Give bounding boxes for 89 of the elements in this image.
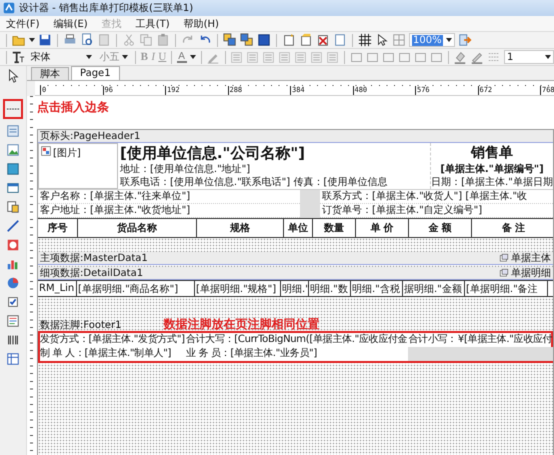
picture-icon[interactable] (6, 143, 20, 157)
picture-object[interactable]: [图片] (38, 143, 118, 189)
menu-item[interactable]: 编辑(E) (54, 16, 88, 30)
sub-report-icon[interactable] (6, 200, 20, 214)
border-icon[interactable] (414, 50, 427, 64)
zoom-dropdown[interactable]: 100% (409, 33, 455, 47)
footer-field[interactable]: 合计大写：[CurrToBigNum([单据主体."应收应付金 (186, 333, 408, 347)
detail-field[interactable]: [单据明细."规格"] (195, 281, 281, 296)
column-header: 货品名称 (78, 219, 197, 237)
phone-fax-field[interactable]: 联系电话：[使用单位信息."联系电话"] 传真：[使用单位信息 (120, 176, 430, 189)
caret-icon[interactable] (190, 55, 196, 59)
customer-field[interactable]: 客户名称：[单据主体."往来单位"] (38, 190, 300, 204)
blank-page-icon[interactable] (333, 33, 347, 47)
image-frame-icon[interactable] (6, 162, 20, 176)
column-header: 备 注 (472, 219, 554, 237)
shape-icon[interactable] (6, 238, 20, 252)
band-label: 主项数据:MasterData1 (40, 252, 148, 265)
data-source-label: 单据明细 (511, 266, 551, 280)
order-field[interactable]: 联系方式：[单据主体."收货人"] [单据主体."收 (320, 190, 553, 204)
memo-icon[interactable] (6, 124, 20, 138)
font-icon[interactable] (11, 50, 26, 64)
picture-placeholder-text: [图片] (53, 146, 81, 160)
rich-text-icon[interactable] (6, 314, 20, 328)
save-icon[interactable] (38, 33, 52, 47)
detail-field[interactable]: [单据明细."备注 (465, 281, 548, 296)
line-color-icon[interactable] (470, 50, 484, 64)
app-logo-icon (3, 2, 15, 14)
detail-field[interactable]: 明细."含税 (351, 281, 403, 296)
menu-item[interactable]: 文件(F) (6, 16, 40, 30)
band-label: 页标头:PageHeader1 (40, 130, 140, 143)
pie-icon[interactable] (6, 276, 20, 290)
tab[interactable]: 脚本 (31, 67, 69, 80)
company-name-field[interactable]: [使用单位信息."公司名称"] (120, 143, 430, 163)
footer-field[interactable]: 制 单 人：[单据主体."制单人"] (40, 347, 186, 361)
grid-icon[interactable] (358, 33, 372, 47)
font-dropdown[interactable]: 宋体 (28, 51, 94, 63)
column-header: 规格 (197, 219, 284, 237)
address-field[interactable]: 地址：[使用单位信息."地址"] (120, 163, 430, 176)
annotation-text: 点击插入边条 (37, 99, 110, 115)
exit-icon[interactable] (458, 33, 472, 47)
footer-field[interactable]: 合计小写： (408, 333, 458, 347)
document-date-field[interactable]: 日期：[单据主体."单据日期 (431, 176, 553, 189)
empty-cell-block (300, 190, 320, 218)
pointer-icon[interactable] (6, 69, 20, 83)
column-header: 数量 (313, 219, 356, 237)
tab[interactable]: Page1 (71, 66, 120, 80)
print-preview-icon[interactable] (80, 33, 94, 47)
detail-field[interactable]: 据明细."金额 (403, 281, 465, 296)
detail-field[interactable]: 明细."数 (309, 281, 351, 296)
font-color-button[interactable]: A (176, 52, 187, 62)
caret-icon[interactable] (544, 55, 551, 59)
barcode-icon[interactable] (6, 333, 20, 347)
caret-icon[interactable] (29, 38, 35, 42)
paste-icon[interactable] (156, 33, 170, 47)
caret-icon[interactable] (86, 55, 92, 59)
column-header: 序号 (38, 219, 78, 237)
cross-tab-icon[interactable] (6, 352, 20, 366)
footer-field[interactable]: 业 务 员：[单据主体."业务员"] (186, 347, 408, 361)
line-width-dropdown[interactable]: 1 (504, 50, 554, 64)
detail-field[interactable]: RM_Lin (38, 281, 77, 296)
data-source-label: 单据主体 (511, 252, 551, 265)
annotation-text: 数据注脚放在页注脚相同位置 (162, 317, 320, 331)
fill-color-icon[interactable] (452, 50, 467, 64)
add-page-icon[interactable] (299, 33, 313, 47)
caret-icon[interactable] (446, 38, 452, 42)
document-number-field[interactable]: [单据主体."单据编号"] (440, 163, 544, 176)
delete-page-icon[interactable] (316, 33, 330, 47)
new-page-icon[interactable] (282, 33, 296, 47)
line-icon[interactable] (6, 219, 20, 233)
caret-icon[interactable] (122, 55, 128, 59)
band-label: 数据注脚:Footer1 (39, 319, 123, 331)
window-icon[interactable] (6, 181, 20, 195)
picture-icon (41, 146, 51, 156)
detail-field[interactable]: [单据明细."商品名称"] (77, 281, 195, 296)
border-icon[interactable] (430, 50, 443, 64)
border-icon[interactable] (398, 50, 411, 64)
column-header: 单位 (284, 219, 313, 237)
window-title: 设计器 - 销售出库单打印模板(三联单1) (19, 2, 194, 15)
filled-square-icon[interactable] (257, 33, 271, 47)
menu-item[interactable]: 帮助(H) (184, 16, 219, 30)
band-label: 细项数据:DetailData1 (40, 267, 144, 280)
menu-item[interactable]: 工具(T) (136, 16, 170, 30)
send-to-back-icon[interactable] (240, 33, 254, 47)
document-title[interactable]: 销售单 (471, 143, 513, 163)
column-header: 单 价 (356, 219, 409, 237)
column-header: 金 额 (409, 219, 472, 237)
bring-to-front-icon[interactable] (223, 33, 237, 47)
footer-field[interactable]: 发货方式：[单据主体."发货方式"] (40, 333, 186, 347)
checkbox-icon[interactable] (6, 295, 20, 309)
